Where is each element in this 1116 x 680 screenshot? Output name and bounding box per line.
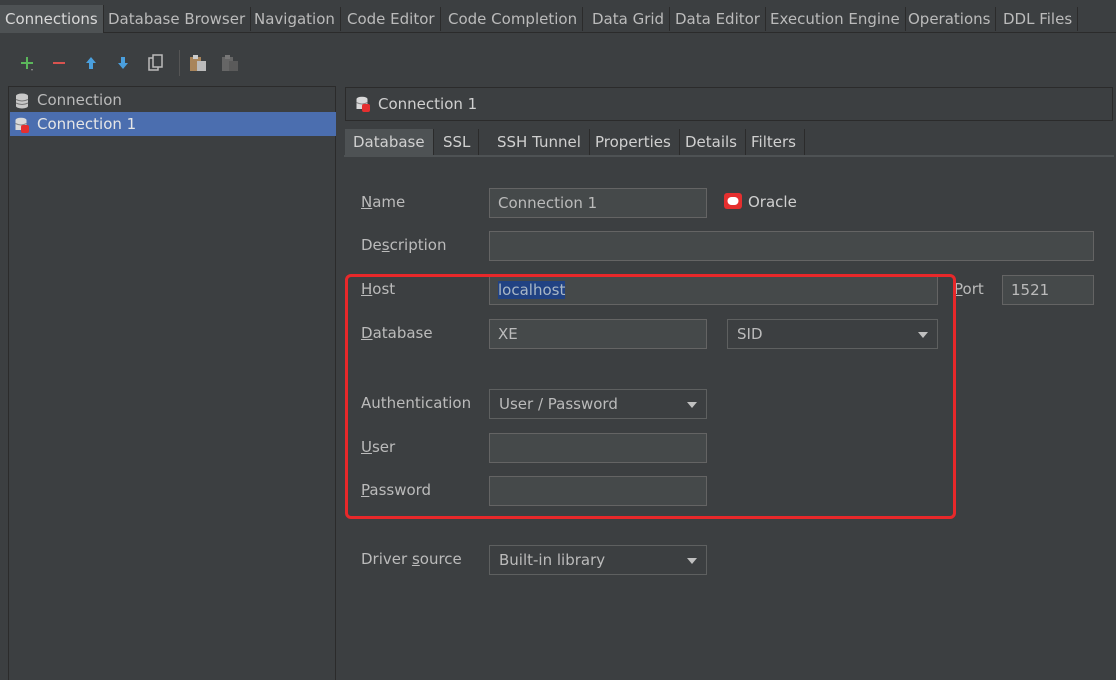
driver-source-label: Driver source <box>361 550 462 568</box>
driver-source-select[interactable]: Built-in library <box>489 545 707 575</box>
tree-item-connection-1[interactable]: Connection 1 <box>10 112 336 136</box>
oracle-connection-icon <box>15 116 29 133</box>
connection-title: Connection 1 <box>378 95 478 113</box>
database-type-label: Oracle <box>748 193 797 211</box>
tab-ssh-tunnel[interactable]: SSH Tunnel <box>489 129 590 155</box>
chevron-down-icon <box>687 558 697 564</box>
highlight-annotation-box <box>345 274 956 519</box>
tab-connections[interactable]: Connections <box>0 5 104 33</box>
tab-database[interactable]: Database <box>345 129 434 155</box>
paste-disabled-icon <box>219 52 241 74</box>
remove-icon[interactable] <box>48 52 70 74</box>
description-label: Description <box>361 236 447 254</box>
tab-execution-engine[interactable]: Execution Engine <box>765 7 906 31</box>
port-label: Port <box>954 280 984 298</box>
tab-ddl-files[interactable]: DDL Files <box>998 7 1079 31</box>
connection-header: Connection 1 <box>345 87 1113 121</box>
tab-properties[interactable]: Properties <box>587 129 680 155</box>
tab-code-editor[interactable]: Code Editor <box>342 7 441 31</box>
description-field[interactable] <box>489 231 1094 261</box>
tab-data-editor[interactable]: Data Editor <box>670 7 766 31</box>
oracle-logo-icon <box>723 192 743 214</box>
tab-details[interactable]: Details <box>677 129 747 155</box>
tree-item-label: Connection <box>37 91 122 109</box>
tab-code-completion[interactable]: Code Completion <box>443 7 584 31</box>
oracle-connection-icon <box>356 96 370 116</box>
tab-filters[interactable]: Filters <box>743 129 805 155</box>
database-icon <box>15 92 29 109</box>
tree-item-connection[interactable]: Connection <box>10 88 336 112</box>
tab-data-grid[interactable]: Data Grid <box>587 7 671 31</box>
connection-tree: Connection Connection 1 <box>8 86 336 680</box>
name-field[interactable] <box>489 188 707 218</box>
name-label: Name <box>361 193 406 211</box>
move-down-icon[interactable] <box>112 52 134 74</box>
tree-item-label: Connection 1 <box>37 115 137 133</box>
copy-icon[interactable] <box>145 52 167 74</box>
paste-icon[interactable] <box>187 52 209 74</box>
tab-database-browser[interactable]: Database Browser <box>103 7 252 31</box>
add-icon[interactable] <box>16 52 38 74</box>
tab-navigation[interactable]: Navigation <box>249 7 341 31</box>
tab-underline <box>344 155 1114 157</box>
port-field[interactable] <box>1002 275 1094 305</box>
tab-ssl[interactable]: SSL <box>435 129 480 155</box>
tab-operations[interactable]: Operations <box>903 7 997 31</box>
toolbar-separator <box>179 50 180 76</box>
settings-tab-bar: Connections Database Browser Navigation … <box>0 0 1116 33</box>
move-up-icon[interactable] <box>80 52 102 74</box>
driver-source-value: Built-in library <box>499 551 606 569</box>
